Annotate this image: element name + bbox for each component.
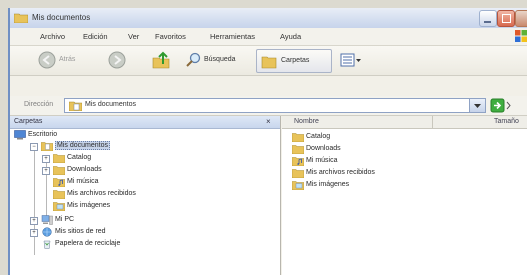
tree-item-label: Mis archivos recibidos [67, 190, 136, 197]
tree-item-label: Escritorio [28, 131, 58, 138]
desktop-icon [14, 130, 26, 140]
search-icon [186, 52, 201, 67]
tree-item-label: Mis sitios de red [55, 228, 106, 235]
minimize-button[interactable] [479, 10, 497, 27]
title-bar[interactable]: Mis documentos [10, 8, 527, 28]
menu-favoritos[interactable]: Favoritos [155, 32, 186, 41]
network-icon [42, 227, 52, 237]
window-title: Mis documentos [32, 13, 91, 22]
close-button[interactable] [515, 10, 527, 27]
address-value: Mis documentos [85, 101, 136, 108]
file-item-label: Mis archivos recibidos [306, 169, 375, 176]
back-label: Atrás [59, 56, 76, 63]
expand-icon[interactable]: + [42, 167, 50, 175]
documents-folder-icon [41, 142, 53, 151]
maximize-icon [502, 14, 511, 23]
back-arrow-icon [38, 51, 56, 69]
folders-pane: Carpetas × Escritorio − Mis documentos + [10, 116, 281, 275]
menu-ayuda[interactable]: Ayuda [280, 32, 301, 41]
tree-item-label: Papelera de reciclaje [55, 240, 121, 247]
forward-button[interactable] [108, 49, 130, 71]
tree-item-label: Catalog [67, 154, 92, 161]
file-list-header: Nombre Tamaño [282, 116, 527, 129]
address-label: Dirección [24, 101, 54, 108]
up-folder-icon [152, 51, 170, 69]
documents-folder-icon [69, 101, 82, 111]
address-dropdown-button[interactable] [469, 99, 485, 112]
music-folder-icon [292, 157, 304, 166]
go-button[interactable] [490, 98, 512, 113]
pictures-folder-icon [53, 202, 65, 211]
menu-bar: Archivo Edición Ver Favoritos Herramient… [10, 28, 527, 46]
menu-herramientas[interactable]: Herramientas [210, 32, 255, 41]
views-icon [340, 53, 361, 67]
folder-icon [292, 145, 304, 154]
column-header-name[interactable]: Nombre [294, 118, 319, 125]
column-header-size[interactable]: Tamaño [494, 118, 519, 125]
file-item-label: Downloads [306, 145, 341, 152]
file-item-label: Mis imágenes [306, 181, 350, 188]
close-pane-icon[interactable]: × [266, 117, 271, 126]
explorer-window: Mis documentos Archivo Edición Ver Favor… [8, 8, 527, 275]
file-item-label: Catalog [306, 133, 331, 140]
pictures-folder-icon [292, 181, 304, 190]
menu-archivo[interactable]: Archivo [40, 32, 65, 41]
tree-item-label: Mi música [67, 178, 99, 185]
file-item-label: Mi música [306, 157, 338, 164]
chevron-down-icon [474, 104, 481, 108]
recycle-bin-icon [43, 240, 51, 249]
tree-line [46, 155, 47, 219]
back-button[interactable]: Atrás [38, 49, 84, 71]
folders-pane-title: Carpetas [14, 118, 43, 125]
tree-item-label: Mis documentos [55, 141, 110, 150]
forward-arrow-icon [108, 51, 126, 69]
address-field[interactable]: Mis documentos [64, 98, 486, 113]
up-folder-button[interactable] [150, 49, 172, 71]
folders-button[interactable]: Carpetas [256, 49, 332, 73]
expand-icon[interactable]: + [30, 229, 38, 237]
column-separator[interactable] [432, 116, 433, 128]
folder-icon [292, 133, 304, 142]
folder-icon [14, 13, 28, 23]
folders-icon [261, 56, 277, 69]
file-list-pane: Nombre Tamaño Catalog Downloads Mi músic… [282, 116, 527, 275]
go-arrow-icon [490, 98, 511, 113]
maximize-button[interactable] [497, 10, 515, 27]
address-bar: Dirección Mis documentos [10, 96, 527, 116]
search-button[interactable]: Búsqueda [185, 49, 255, 71]
views-button[interactable] [340, 49, 370, 71]
music-folder-icon [53, 178, 65, 187]
folder-icon [53, 154, 65, 163]
folders-label: Carpetas [281, 57, 310, 64]
windows-logo-icon [515, 30, 527, 42]
folder-icon [292, 169, 304, 178]
menu-edicion[interactable]: Edición [83, 32, 108, 41]
folder-icon [53, 166, 65, 175]
folders-pane-header: Carpetas × [10, 116, 280, 129]
tree-line [34, 145, 35, 255]
folder-icon [53, 190, 65, 199]
tree-item-label: Mis imágenes [67, 202, 111, 209]
tree-item-label: Downloads [67, 166, 102, 173]
computer-icon [41, 215, 53, 225]
expand-icon[interactable]: + [30, 217, 38, 225]
search-label: Búsqueda [204, 56, 236, 63]
collapse-icon[interactable]: − [30, 143, 38, 151]
minimize-icon [484, 21, 491, 23]
tree-item-label: Mi PC [55, 216, 75, 223]
menu-ver[interactable]: Ver [128, 32, 139, 41]
expand-icon[interactable]: + [42, 155, 50, 163]
toolbar: Atrás Búsqueda Carpetas [10, 46, 527, 76]
